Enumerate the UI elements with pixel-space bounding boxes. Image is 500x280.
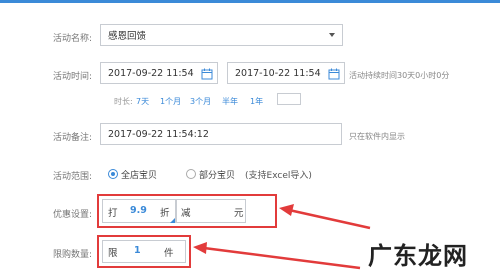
quick-half-year[interactable]: 半年 (222, 96, 238, 107)
custom-duration-input[interactable] (277, 93, 301, 105)
discount-unit: 折 (160, 208, 170, 219)
limit-value[interactable]: 1 (134, 245, 141, 256)
limit-unit: 件 (164, 248, 174, 259)
duration-note: 活动持续时间30天0小时0分 (349, 71, 450, 80)
limit-prefix: 限 (108, 248, 118, 259)
arrow-to-limit (203, 246, 361, 270)
activity-remark-input[interactable]: 2017-09-22 11:54:12 (100, 123, 342, 145)
scope-all-radio[interactable] (108, 169, 118, 179)
arrow-to-discount (288, 208, 371, 230)
discount-label: 优惠设置: (52, 210, 92, 220)
calendar-icon[interactable] (201, 68, 213, 80)
end-time-input[interactable]: 2017-10-22 11:54 (227, 62, 345, 84)
chevron-down-icon (329, 33, 335, 37)
resize-corner-icon (170, 218, 175, 223)
activity-time-label: 活动时间: (52, 72, 92, 82)
scope-part-hint: (支持Excel导入) (245, 171, 312, 181)
activity-name-select[interactable]: 感恩回馈 (100, 24, 343, 46)
start-time-value: 2017-09-22 11:54 (108, 67, 194, 79)
arrow-head-discount-icon (279, 204, 294, 216)
activity-name-value: 感恩回馈 (108, 31, 147, 42)
activity-remark-value: 2017-09-22 11:54:12 (108, 128, 209, 140)
discount-minus-label: 减 (181, 208, 191, 219)
quick-7-days[interactable]: 7天 (136, 96, 149, 107)
activity-name-label: 活动名称: (52, 34, 92, 44)
scope-part-label[interactable]: 部分宝贝 (199, 168, 235, 181)
discount-prefix: 打 (108, 208, 118, 219)
arrow-head-limit-icon (193, 242, 207, 254)
watermark-text: 广东龙网 (368, 242, 468, 270)
discount-rate-value[interactable]: 9.9 (130, 205, 147, 216)
start-time-input[interactable]: 2017-09-22 11:54 (100, 62, 218, 84)
purchase-limit-label: 限购数量: (52, 250, 92, 260)
end-time-value: 2017-10-22 11:54 (235, 67, 321, 79)
quick-duration-label: 时长: (114, 97, 133, 106)
discount-minus-unit: 元 (234, 208, 244, 219)
quick-3-months[interactable]: 3个月 (190, 96, 211, 107)
top-accent-bar (0, 0, 500, 3)
activity-remark-label: 活动备注: (52, 133, 92, 143)
scope-all-label[interactable]: 全店宝贝 (121, 168, 157, 181)
quick-1-month[interactable]: 1个月 (160, 96, 181, 107)
scope-part-radio[interactable] (186, 169, 196, 179)
activity-scope-label: 活动范围: (52, 172, 92, 182)
calendar-icon[interactable] (328, 68, 340, 80)
remark-note: 只在软件内显示 (349, 132, 405, 141)
quick-1-year[interactable]: 1年 (250, 96, 263, 107)
